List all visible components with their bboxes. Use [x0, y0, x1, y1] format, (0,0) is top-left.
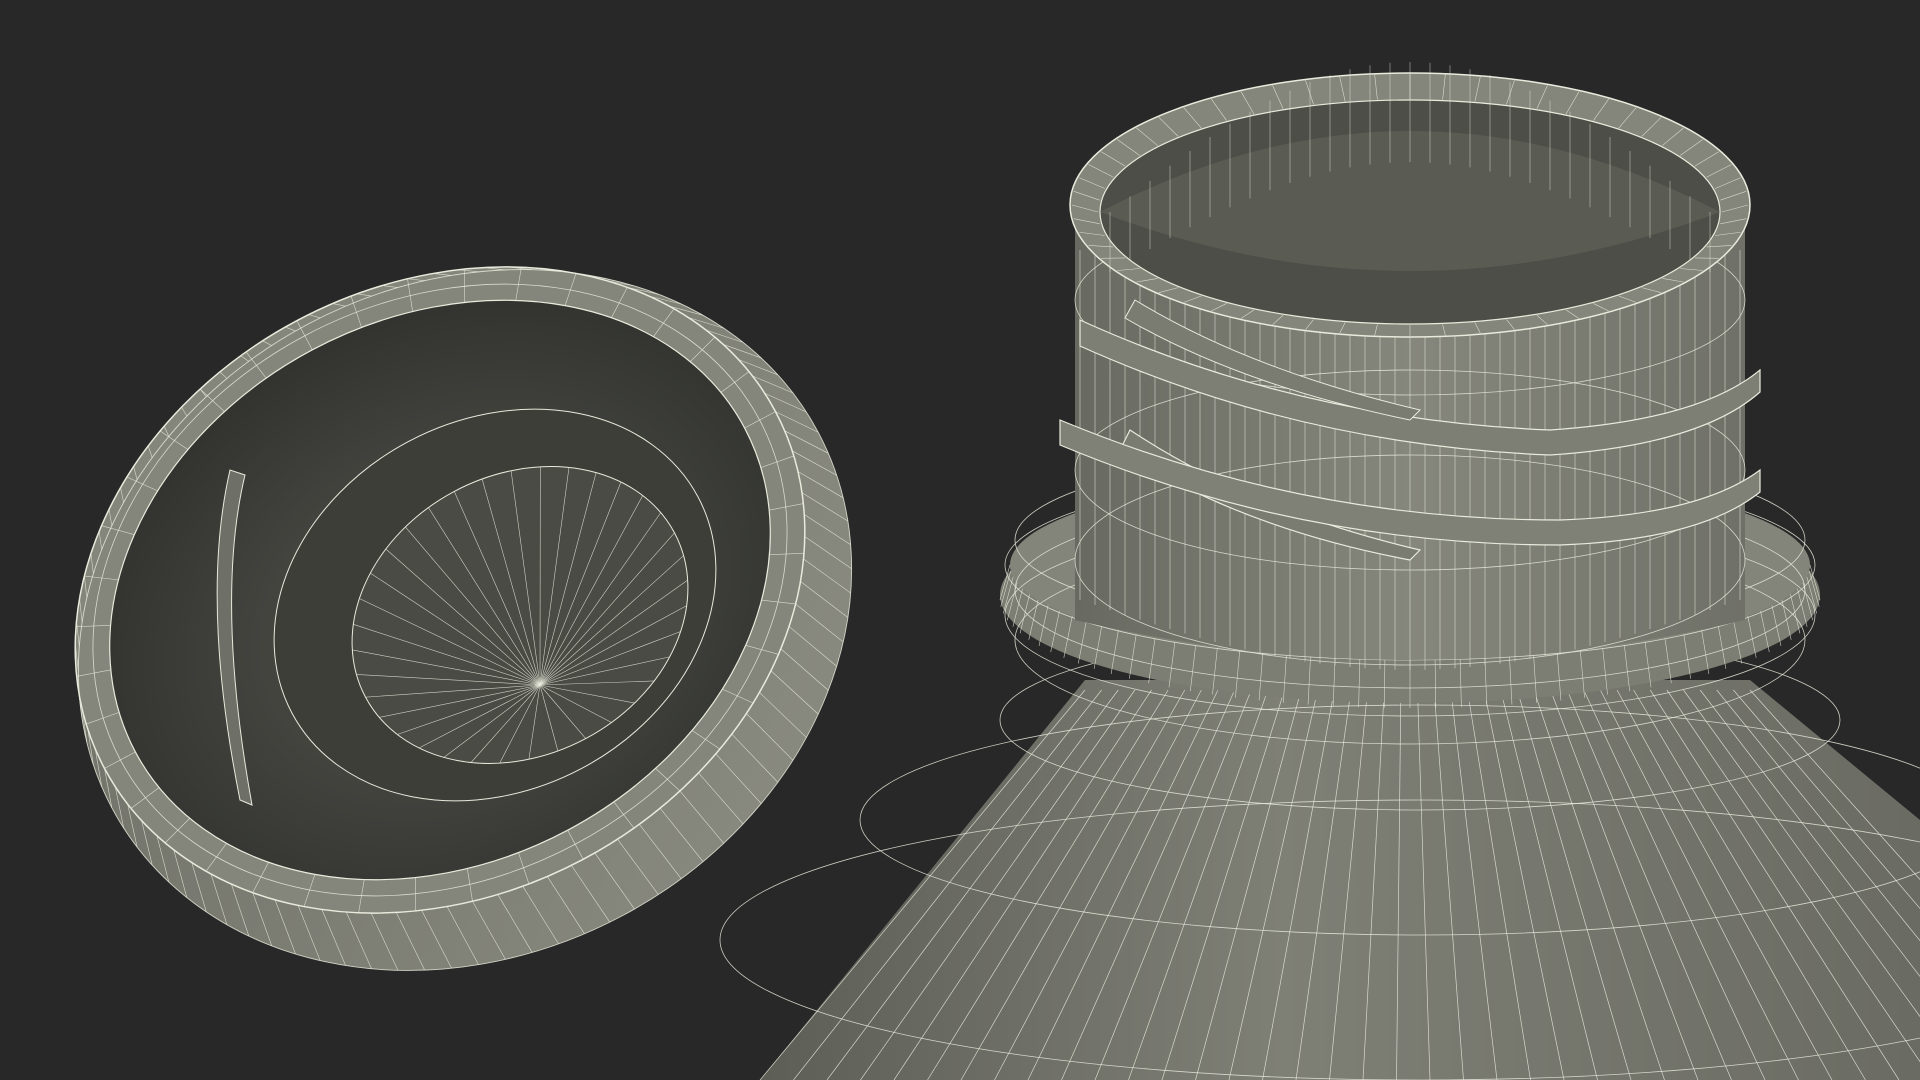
- wireframe-render: [0, 0, 1920, 1080]
